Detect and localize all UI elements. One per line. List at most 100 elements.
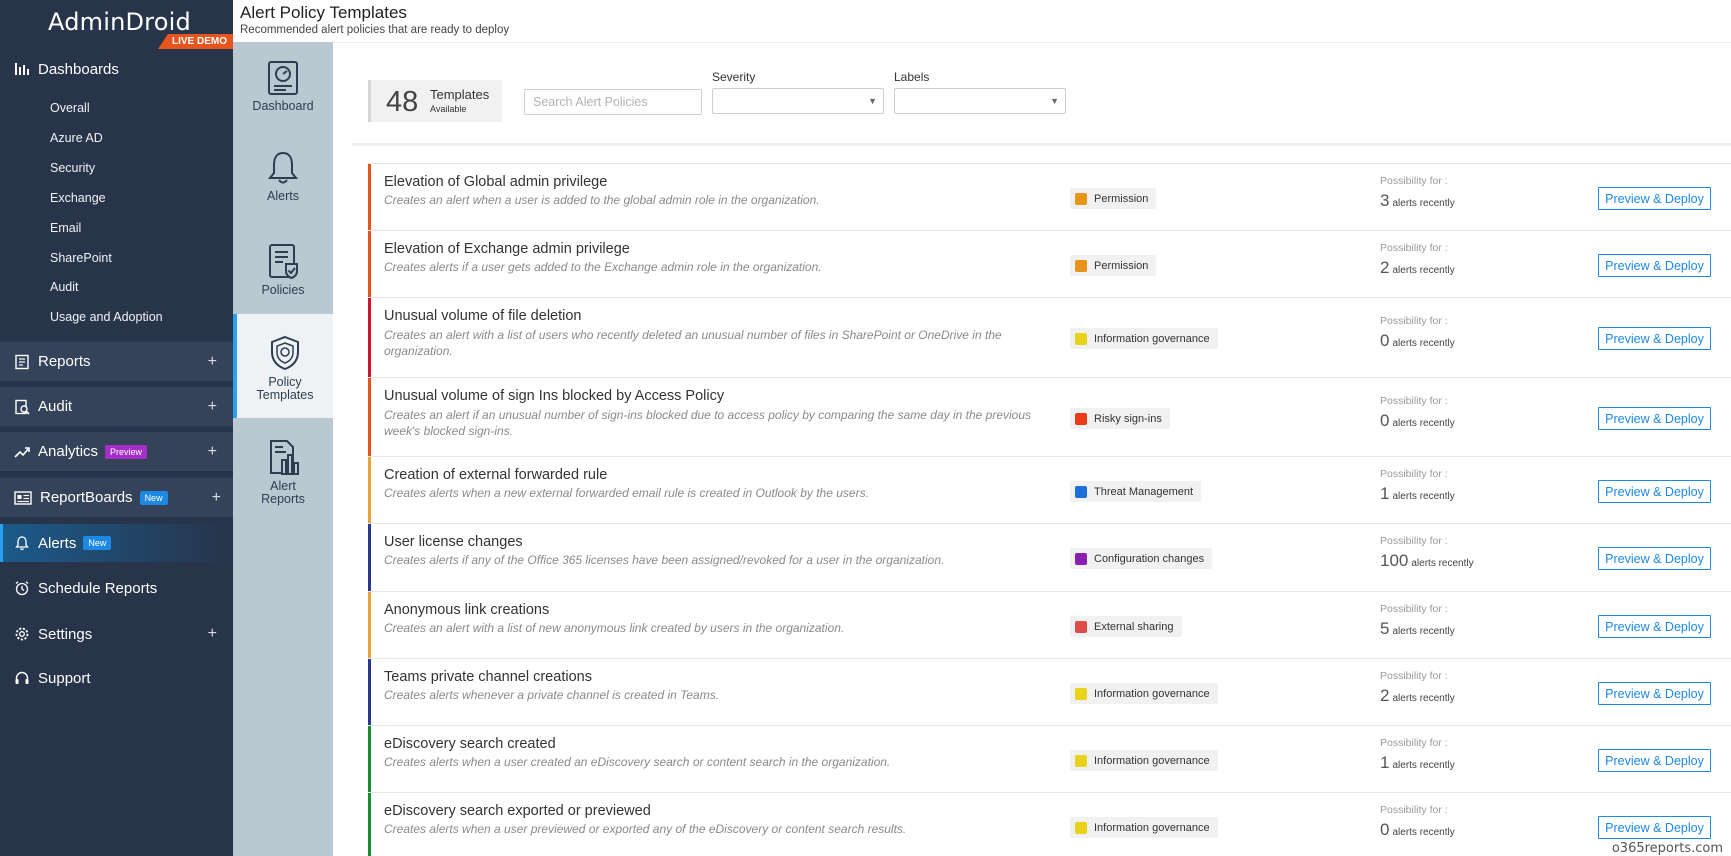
table-row[interactable]: Unusual volume of file deletion Creates a… bbox=[368, 297, 1731, 377]
expand-icon[interactable]: + bbox=[208, 625, 217, 643]
nav-sub-email[interactable]: Email bbox=[50, 221, 81, 235]
logo[interactable]: AdminDroid LIVE DEMO bbox=[0, 0, 233, 50]
templates-count: 48 bbox=[386, 86, 419, 118]
policy-title[interactable]: eDiscovery search created bbox=[384, 736, 556, 752]
table-row[interactable]: Teams private channel creations Creates a… bbox=[368, 658, 1731, 725]
nav-audit-label: Audit bbox=[38, 398, 73, 415]
table-row[interactable]: User license changes Creates alerts if an… bbox=[368, 523, 1731, 591]
expand-icon[interactable]: + bbox=[208, 443, 217, 461]
preview-deploy-button[interactable]: Preview & Deploy bbox=[1598, 254, 1711, 277]
alert-count-unit: alerts recently bbox=[1392, 827, 1455, 838]
nav-dashboards[interactable]: Dashboards bbox=[0, 58, 233, 80]
severity-select[interactable]: ▼ bbox=[712, 88, 884, 114]
preview-deploy-button[interactable]: Preview & Deploy bbox=[1598, 547, 1711, 570]
table-row[interactable]: Creation of external forwarded rule Creat… bbox=[368, 456, 1731, 523]
preview-deploy-button[interactable]: Preview & Deploy bbox=[1598, 480, 1711, 503]
category-tag: Configuration changes bbox=[1070, 548, 1213, 569]
nav-sub-audit[interactable]: Audit bbox=[50, 280, 79, 294]
nav-reports[interactable]: Reports + bbox=[0, 342, 233, 381]
alert-count-unit: alerts recently bbox=[1392, 338, 1455, 349]
nav-settings[interactable]: Settings + bbox=[0, 623, 233, 645]
alert-count-unit: alerts recently bbox=[1392, 265, 1455, 276]
nav-schedule-reports[interactable]: Schedule Reports bbox=[0, 577, 233, 599]
rail-policy-templates[interactable]: Policy Templates bbox=[233, 314, 333, 418]
table-row[interactable]: Unusual volume of sign Ins blocked by Ac… bbox=[368, 377, 1731, 456]
alert-count-unit: alerts recently bbox=[1392, 693, 1455, 704]
category-tag: Permission bbox=[1070, 255, 1157, 276]
nav-reportboards[interactable]: ReportBoards New + bbox=[0, 478, 233, 517]
table-row[interactable]: Elevation of Global admin privilege Creat… bbox=[368, 163, 1731, 230]
alert-count: 2 bbox=[1380, 258, 1390, 277]
bell-icon bbox=[15, 536, 29, 551]
nav-sub-exchange[interactable]: Exchange bbox=[50, 191, 106, 205]
alert-count-unit: alerts recently bbox=[1392, 418, 1455, 429]
nav-support[interactable]: Support bbox=[0, 667, 233, 689]
preview-deploy-button[interactable]: Preview & Deploy bbox=[1598, 407, 1711, 430]
rail-policies[interactable]: Policies bbox=[233, 242, 333, 316]
tag-label: Information governance bbox=[1094, 687, 1210, 700]
alert-count-unit: alerts recently bbox=[1392, 760, 1455, 771]
policy-title[interactable]: Unusual volume of file deletion bbox=[384, 308, 581, 324]
nav-sub-overall[interactable]: Overall bbox=[50, 101, 90, 115]
severity-bar bbox=[368, 659, 371, 725]
rail-dashboard[interactable]: Dashboard bbox=[233, 60, 333, 134]
expand-icon[interactable]: + bbox=[212, 489, 221, 507]
alert-count: 5 bbox=[1380, 619, 1390, 638]
possibility-label: Possibility for : bbox=[1380, 175, 1448, 187]
tag-color-dot bbox=[1075, 332, 1087, 345]
possibility-label: Possibility for : bbox=[1380, 737, 1448, 749]
category-tag: Information governance bbox=[1070, 817, 1218, 838]
tag-color-dot bbox=[1075, 821, 1087, 834]
nav-sub-security[interactable]: Security bbox=[50, 161, 95, 175]
headset-icon bbox=[15, 671, 29, 684]
possibility-count: 100 alerts recently bbox=[1380, 551, 1474, 571]
preview-deploy-button[interactable]: Preview & Deploy bbox=[1598, 187, 1711, 210]
nav-audit[interactable]: Audit + bbox=[0, 387, 233, 426]
expand-icon[interactable]: + bbox=[208, 398, 217, 416]
policy-title[interactable]: Creation of external forwarded rule bbox=[384, 467, 607, 483]
table-row[interactable]: Anonymous link creations Creates an alert… bbox=[368, 591, 1731, 658]
nav-analytics[interactable]: Analytics Preview + bbox=[0, 432, 233, 471]
tag-color-dot bbox=[1075, 192, 1087, 205]
table-row[interactable]: eDiscovery search created Creates alerts … bbox=[368, 725, 1731, 792]
alert-count: 0 bbox=[1380, 411, 1390, 430]
expand-icon[interactable]: + bbox=[208, 353, 217, 371]
search-input[interactable] bbox=[524, 89, 702, 115]
rail-alerts[interactable]: Alerts bbox=[233, 150, 333, 224]
nav-sub-sharepoint[interactable]: SharePoint bbox=[50, 251, 112, 265]
nav-sub-usage-adoption[interactable]: Usage and Adoption bbox=[50, 310, 163, 324]
preview-deploy-button[interactable]: Preview & Deploy bbox=[1598, 327, 1711, 350]
preview-deploy-button[interactable]: Preview & Deploy bbox=[1598, 749, 1711, 772]
preview-deploy-button[interactable]: Preview & Deploy bbox=[1598, 615, 1711, 638]
table-row[interactable]: eDiscovery search exported or previewed C… bbox=[368, 792, 1731, 856]
table-row[interactable]: Elevation of Exchange admin privilege Cre… bbox=[368, 230, 1731, 297]
rail-alert-reports[interactable]: Alert Reports bbox=[233, 438, 333, 524]
alert-count-unit: alerts recently bbox=[1411, 558, 1474, 569]
page-header: Alert Policy Templates Recommended alert… bbox=[240, 0, 509, 42]
filter-bar: 48 Templates Available Severity ▼ Labels… bbox=[352, 60, 1731, 146]
preview-deploy-button[interactable]: Preview & Deploy bbox=[1598, 682, 1711, 705]
chevron-down-icon: ▼ bbox=[1050, 96, 1059, 106]
policy-title[interactable]: Elevation of Exchange admin privilege bbox=[384, 241, 630, 257]
policy-title[interactable]: Anonymous link creations bbox=[384, 602, 549, 618]
rail-policy-templates-label-2: Templates bbox=[256, 388, 314, 402]
alert-count-unit: alerts recently bbox=[1392, 198, 1455, 209]
shield-template-icon bbox=[271, 335, 299, 371]
labels-select[interactable]: ▼ bbox=[894, 88, 1066, 114]
policy-title[interactable]: Unusual volume of sign Ins blocked by Ac… bbox=[384, 388, 724, 404]
severity-bar bbox=[368, 592, 371, 658]
category-tag: External sharing bbox=[1070, 616, 1182, 637]
possibility-label: Possibility for : bbox=[1380, 670, 1448, 682]
nav-sub-azure-ad[interactable]: Azure AD bbox=[50, 131, 103, 145]
possibility-count: 5 alerts recently bbox=[1380, 619, 1455, 639]
policy-title[interactable]: Teams private channel creations bbox=[384, 669, 592, 685]
alert-count: 1 bbox=[1380, 753, 1390, 772]
policy-title[interactable]: Elevation of Global admin privilege bbox=[384, 174, 607, 190]
severity-bar bbox=[368, 726, 371, 792]
rail-dashboard-label: Dashboard bbox=[252, 99, 314, 113]
policy-title[interactable]: eDiscovery search exported or previewed bbox=[384, 803, 651, 819]
policy-title[interactable]: User license changes bbox=[384, 534, 523, 550]
nav-alerts[interactable]: Alerts New bbox=[0, 524, 233, 562]
possibility-count: 0 alerts recently bbox=[1380, 411, 1455, 431]
preview-deploy-button[interactable]: Preview & Deploy bbox=[1598, 816, 1711, 839]
